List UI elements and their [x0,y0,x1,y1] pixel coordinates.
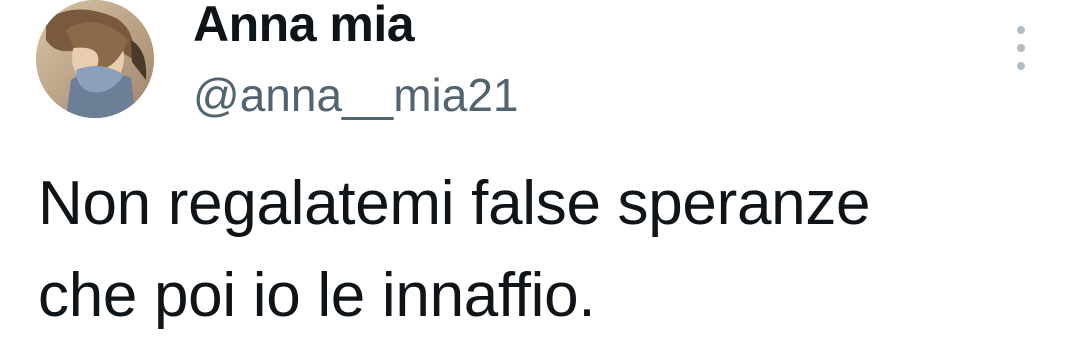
dot [1017,26,1025,34]
tweet-text-line: che poi io le innaffio. [38,261,596,330]
tweet-text-line: Non regalatemi false speranze [38,169,871,238]
dot [1017,62,1025,70]
author-handle[interactable]: @anna__mia21 [193,67,518,123]
author-display-name[interactable]: Anna mia [193,0,415,54]
dot [1017,44,1025,52]
more-options-icon[interactable] [1008,26,1034,70]
avatar[interactable] [36,0,154,118]
tweet-card: Anna mia @anna__mia21 Non regalatemi fal… [0,0,1078,360]
tweet-text: Non regalatemi false speranze che poi io… [38,158,1058,342]
profile-photo-icon [36,0,154,118]
